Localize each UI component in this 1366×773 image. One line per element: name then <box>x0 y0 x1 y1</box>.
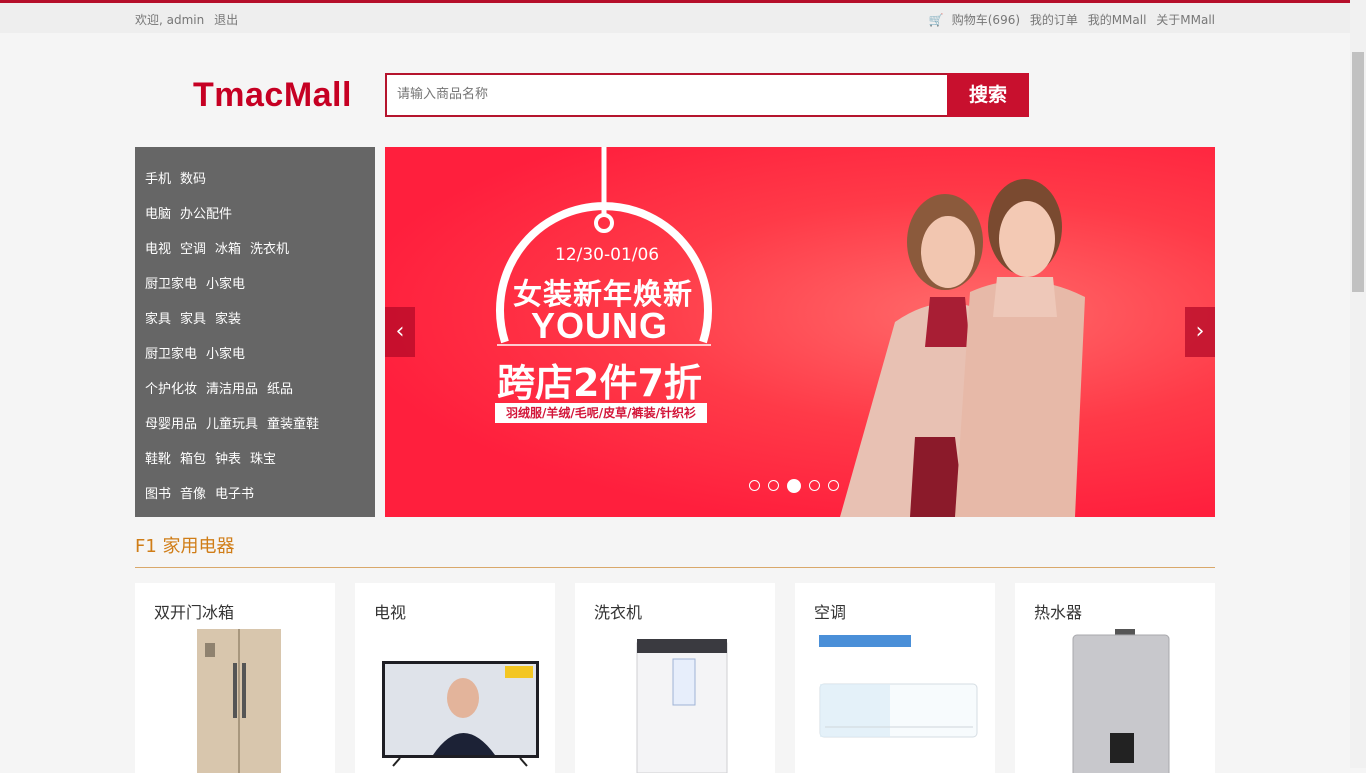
carousel-dot[interactable] <box>809 480 820 491</box>
cart-link[interactable]: 🛒 购物车(696) <box>923 13 1020 27</box>
about-link[interactable]: 关于MMall <box>1156 13 1215 27</box>
category-link[interactable]: 小家电 <box>206 277 245 292</box>
banner-carousel[interactable]: 12/30-01/06 女装新年焕新 YOUNG 跨店2件7折 羽绒服/羊绒/毛… <box>385 147 1215 517</box>
water-heater-image <box>1072 629 1170 773</box>
chevron-left-icon: ‹ <box>395 319 405 344</box>
category-link[interactable]: 数码 <box>180 172 206 187</box>
banner-artwork <box>496 147 1085 517</box>
category-link[interactable]: 家具 <box>180 312 206 327</box>
category-link[interactable]: 厨卫家电 <box>145 347 197 362</box>
promo-offer: 跨店2件7折 <box>497 361 702 405</box>
carousel-prev-button[interactable]: ‹ <box>385 307 415 357</box>
search-input[interactable] <box>387 75 927 113</box>
category-link[interactable]: 珠宝 <box>250 452 276 467</box>
air-conditioner-image <box>819 635 978 738</box>
category-row: 手机 数码 <box>145 168 215 188</box>
category-link[interactable]: 手机 <box>145 172 171 187</box>
category-link[interactable]: 儿童玩具 <box>206 417 258 432</box>
logout-link[interactable]: 退出 <box>214 13 238 27</box>
product-name: 电视 <box>374 603 407 622</box>
category-link[interactable]: 箱包 <box>180 452 206 467</box>
category-link[interactable]: 童装童鞋 <box>267 417 319 432</box>
category-link[interactable]: 清洁用品 <box>206 382 258 397</box>
category-menu: 手机 数码 电脑 办公配件 电视 空调 冰箱 洗衣机 厨卫家电 小家电 家具 家具 家装 厨卫家… <box>135 147 375 517</box>
cart-label: 购物车(696) <box>951 13 1021 27</box>
category-link[interactable]: 办公配件 <box>180 207 232 222</box>
category-link[interactable]: 空调 <box>180 242 206 257</box>
category-row: 个护化妆 清洁用品 纸品 <box>145 378 302 398</box>
category-link[interactable]: 纸品 <box>267 382 293 397</box>
carousel-dot-active[interactable] <box>787 479 801 493</box>
category-link[interactable]: 图书 <box>145 487 171 502</box>
category-link[interactable]: 冰箱 <box>215 242 241 257</box>
product-name: 热水器 <box>1034 603 1083 622</box>
category-link[interactable]: 钟表 <box>215 452 241 467</box>
scrollbar-thumb[interactable] <box>1352 52 1364 292</box>
promo-date: 12/30-01/06 <box>555 245 660 265</box>
welcome-text: 欢迎, admin <box>135 13 205 27</box>
category-link[interactable]: 洗衣机 <box>250 242 289 257</box>
orders-link[interactable]: 我的订单 <box>1030 13 1078 27</box>
page-scrollbar[interactable] <box>1350 0 1366 768</box>
carousel-dot[interactable] <box>828 480 839 491</box>
product-card[interactable]: 热水器 <box>1015 583 1215 773</box>
promo-tags: 羽绒服/羊绒/毛呢/皮草/裤装/针织衫 <box>495 403 707 423</box>
search-box <box>385 73 949 117</box>
category-link[interactable]: 电视 <box>145 242 171 257</box>
category-link[interactable]: 厨卫家电 <box>145 277 197 292</box>
category-row: 图书 音像 电子书 <box>145 483 263 503</box>
category-link[interactable]: 母婴用品 <box>145 417 197 432</box>
search-button[interactable]: 搜索 <box>947 73 1029 117</box>
promo-young: YOUNG <box>531 305 669 346</box>
category-link[interactable]: 小家电 <box>206 347 245 362</box>
carousel-next-button[interactable]: › <box>1185 307 1215 357</box>
product-card[interactable]: 洗衣机 <box>575 583 775 773</box>
fridge-image <box>197 629 281 773</box>
category-link[interactable]: 电子书 <box>215 487 254 502</box>
chevron-right-icon: › <box>1195 319 1205 344</box>
cart-icon: 🛒 <box>928 13 944 27</box>
carousel-dot[interactable] <box>749 480 760 491</box>
category-row: 家具 家具 家装 <box>145 308 250 328</box>
product-card[interactable]: 空调 <box>795 583 995 773</box>
top-bar: 欢迎, admin 退出 🛒 购物车(696) 我的订单 我的MMall 关于MM… <box>0 3 1350 33</box>
floor-divider <box>135 567 1215 568</box>
product-card[interactable]: 双开门冰箱 <box>135 583 335 773</box>
category-row: 厨卫家电 小家电 <box>145 343 254 363</box>
tv-image <box>382 661 539 767</box>
category-row: 鞋靴 箱包 钟表 珠宝 <box>145 448 285 468</box>
carousel-dot[interactable] <box>768 480 779 491</box>
my-mall-link[interactable]: 我的MMall <box>1088 13 1147 27</box>
category-link[interactable]: 电脑 <box>145 207 171 222</box>
product-name: 空调 <box>814 603 847 622</box>
product-card[interactable]: 电视 <box>355 583 555 773</box>
floor-title: F1 家用电器 <box>135 536 235 557</box>
category-link[interactable]: 家具 <box>145 312 171 327</box>
washing-machine-image <box>636 639 728 773</box>
category-row: 母婴用品 儿童玩具 童装童鞋 <box>145 413 328 433</box>
category-link[interactable]: 鞋靴 <box>145 452 171 467</box>
product-name: 双开门冰箱 <box>154 603 235 622</box>
site-logo[interactable]: TmacMall <box>193 76 352 115</box>
category-link[interactable]: 家装 <box>215 312 241 327</box>
category-link[interactable]: 个护化妆 <box>145 382 197 397</box>
category-link[interactable]: 音像 <box>180 487 206 502</box>
category-row: 电视 空调 冰箱 洗衣机 <box>145 238 298 258</box>
category-row: 厨卫家电 小家电 <box>145 273 254 293</box>
product-name: 洗衣机 <box>594 603 643 622</box>
category-row: 电脑 办公配件 <box>145 203 241 223</box>
carousel-indicators <box>749 476 847 495</box>
